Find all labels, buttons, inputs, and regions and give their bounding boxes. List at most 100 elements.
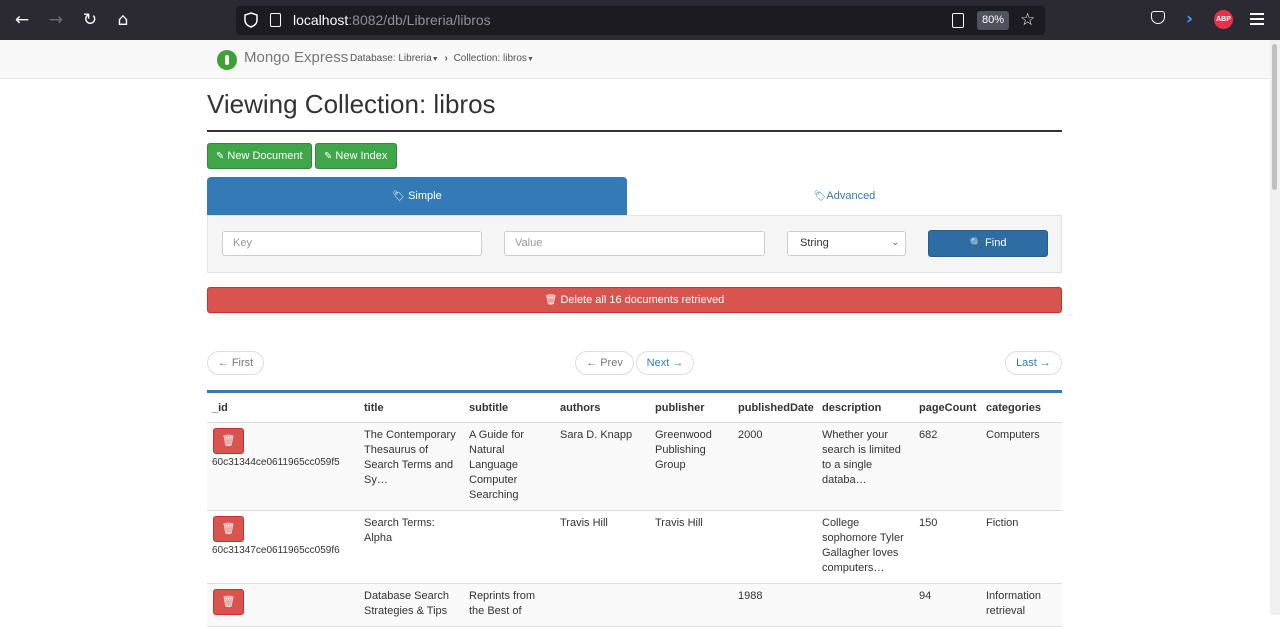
mongo-leaf-icon[interactable]	[217, 50, 237, 70]
table-row[interactable]: 🗑 60c31344ce0611965cc059f5 The Contempor…	[207, 422, 1062, 511]
authors-cell: Travis Hill	[555, 510, 650, 584]
delete-document-button[interactable]: 🗑	[213, 516, 244, 542]
shield-icon[interactable]	[244, 12, 258, 28]
pencil-icon: ✎	[216, 151, 225, 162]
subtitle-cell	[464, 510, 555, 584]
column-header[interactable]: publisher	[650, 391, 733, 423]
forward-arrow-icon[interactable]: →	[46, 10, 66, 30]
delete-all-label: Delete all 16 documents retrieved	[560, 294, 725, 306]
column-header[interactable]: title	[359, 391, 464, 423]
title-cell: Search Terms: Alpha	[359, 510, 464, 584]
table-row[interactable]: 🗑 60c31347ce0611965cc059f6 Search Terms:…	[207, 510, 1062, 584]
database-crumb-label: Database: Libreria	[350, 53, 432, 64]
page-count-cell: 682	[914, 422, 981, 511]
url-host: localhost	[293, 12, 349, 28]
address-bar[interactable]: localhost:8082/db/Libreria/libros 80% ☆	[236, 6, 1045, 35]
delete-document-button[interactable]: 🗑	[213, 589, 244, 615]
column-header[interactable]: publishedDate	[733, 391, 817, 423]
adblock-plus-icon[interactable]: ABP	[1214, 10, 1233, 29]
scrollbar-thumb[interactable]	[1272, 44, 1277, 190]
column-header[interactable]: pageCount	[914, 391, 981, 423]
chevron-down-icon: ⌄	[891, 238, 899, 248]
home-icon[interactable]: ⌂	[113, 10, 133, 30]
column-header[interactable]: _id	[207, 391, 359, 423]
publisher-cell: Greenwood Publishing Group	[650, 422, 733, 511]
last-page-button[interactable]: Last →	[1005, 351, 1062, 375]
published-date-cell	[733, 510, 817, 584]
database-crumb[interactable]: Database: Libreria▼	[350, 53, 439, 64]
url-path: :8082/db/Libreria/libros	[348, 12, 491, 28]
id-cell: 🗑	[207, 583, 359, 627]
tags-icon: 🏷	[813, 191, 827, 202]
authors-cell: Sara D. Knapp	[555, 422, 650, 511]
column-header[interactable]: categories	[981, 391, 1062, 423]
find-label: Find	[985, 237, 1007, 249]
table-header-row: _id title subtitle authors publisher pub…	[207, 391, 1062, 423]
new-index-button[interactable]: ✎ New Index	[315, 143, 397, 169]
browser-toolbar: ← → ↻ ⌂ localhost:8082/db/Libreria/libro…	[0, 0, 1280, 40]
column-header[interactable]: description	[817, 391, 914, 423]
id-cell: 🗑 60c31347ce0611965cc059f6	[207, 510, 359, 584]
categories-cell: Computers	[981, 422, 1062, 511]
value-input[interactable]: Value	[504, 231, 765, 256]
menu-icon[interactable]	[1250, 13, 1264, 25]
url-text[interactable]: localhost:8082/db/Libreria/libros	[293, 12, 491, 29]
brand-link[interactable]: Mongo Express	[244, 49, 348, 67]
subtitle-cell: Reprints from the Best of	[464, 583, 555, 627]
tag-icon: 🏷	[392, 191, 405, 202]
type-select[interactable]: String ⌄	[787, 231, 906, 256]
categories-cell: Information retrieval	[981, 583, 1062, 627]
type-select-value: String	[800, 237, 829, 249]
first-page-button[interactable]: ← First	[207, 351, 264, 375]
published-date-cell: 2000	[733, 422, 817, 511]
search-icon: 🔍	[969, 238, 982, 249]
page-count-cell: 150	[914, 510, 981, 584]
new-document-label: New Document	[227, 150, 303, 162]
categories-cell: Fiction	[981, 510, 1062, 584]
next-page-button[interactable]: Next →	[636, 351, 694, 375]
pocket-icon[interactable]	[1151, 11, 1165, 24]
tab-advanced[interactable]: 🏷Advanced	[627, 177, 1062, 215]
publisher-cell: Travis Hill	[650, 510, 733, 584]
reload-icon[interactable]: ↻	[80, 10, 100, 30]
breadcrumb: Database: Libreria▼ › Collection: libros…	[350, 52, 534, 66]
reader-view-icon[interactable]	[952, 13, 964, 28]
extension-arrow-icon[interactable]: ›	[1186, 9, 1193, 29]
prev-page-button[interactable]: ← Prev	[575, 351, 634, 375]
find-button[interactable]: 🔍 Find	[928, 230, 1048, 257]
description-cell: Whether your search is limited to a sing…	[817, 422, 914, 511]
description-cell: College sophomore Tyler Gallagher loves …	[817, 510, 914, 584]
caret-down-icon: ▼	[526, 56, 534, 63]
trash-icon: 🗑	[544, 295, 558, 306]
subtitle-cell: A Guide for Natural Language Computer Se…	[464, 422, 555, 511]
page-title: Viewing Collection: libros	[207, 89, 496, 119]
documents-table: _id title subtitle authors publisher pub…	[207, 390, 1062, 627]
pencil-icon: ✎	[324, 151, 333, 162]
page-info-icon[interactable]	[270, 13, 281, 27]
document-id[interactable]: 60c31344ce0611965cc059f5	[212, 457, 340, 468]
page-count-cell: 94	[914, 583, 981, 627]
back-arrow-icon[interactable]: ←	[12, 10, 32, 30]
collection-crumb-label: Collection: libros	[453, 53, 527, 64]
tab-simple-label: Simple	[408, 190, 442, 202]
collection-crumb[interactable]: Collection: libros▼	[454, 53, 534, 64]
app-navbar: Mongo Express Database: Libreria▼ › Coll…	[0, 40, 1270, 79]
caret-down-icon: ▼	[431, 56, 439, 63]
authors-cell	[555, 583, 650, 627]
table-row[interactable]: 🗑 Database Search Strategies & Tips Repr…	[207, 583, 1062, 627]
bookmark-star-icon[interactable]: ☆	[1020, 9, 1035, 31]
tab-simple[interactable]: 🏷 Simple	[207, 177, 627, 215]
column-header[interactable]: authors	[555, 391, 650, 423]
column-header[interactable]: subtitle	[464, 391, 555, 423]
search-panel: Key Value String ⌄ 🔍 Find	[207, 215, 1062, 273]
key-input[interactable]: Key	[222, 231, 482, 256]
document-id[interactable]: 60c31347ce0611965cc059f6	[212, 545, 340, 556]
delete-all-button[interactable]: 🗑 Delete all 16 documents retrieved	[207, 287, 1062, 313]
new-index-label: New Index	[335, 150, 388, 162]
zoom-level[interactable]: 80%	[977, 11, 1009, 30]
description-cell	[817, 583, 914, 627]
publisher-cell	[650, 583, 733, 627]
delete-document-button[interactable]: 🗑	[213, 428, 244, 454]
new-document-button[interactable]: ✎ New Document	[207, 143, 312, 169]
tab-advanced-label: Advanced	[826, 190, 876, 202]
